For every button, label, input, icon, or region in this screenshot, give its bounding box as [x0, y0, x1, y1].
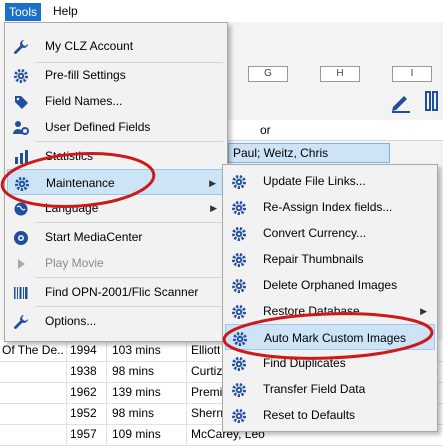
alpha-key-i[interactable]: I [392, 66, 432, 82]
alpha-key-g[interactable]: G [248, 66, 288, 82]
cell-runtime: 103 mins [112, 343, 161, 357]
menu-item-find-scanner[interactable]: Find OPN-2001/Flic Scanner [7, 279, 225, 305]
submenu-arrow-icon: ▶ [210, 203, 217, 213]
menu-item-convert-currency[interactable]: Convert Currency... [225, 220, 435, 246]
gear-icon [231, 225, 247, 241]
alphabet-filter-bar: G H I [228, 66, 443, 84]
menu-item-label: Statistics [45, 149, 94, 163]
cell-director: Curtiz [191, 364, 223, 378]
cell-year: 1952 [70, 406, 97, 420]
menu-item-find-duplicates[interactable]: Find Duplicates [225, 350, 435, 376]
cell-year: 1938 [70, 364, 97, 378]
gear-icon [231, 303, 247, 319]
menu-item-label: Convert Currency... [263, 226, 367, 240]
menu-item-label: Re-Assign Index fields... [263, 200, 393, 214]
wrench-icon [13, 313, 29, 329]
menu-item-label: My CLZ Account [45, 39, 134, 53]
menu-item-label: Auto Mark Custom Images [264, 331, 407, 345]
menu-item-label: Play Movie [45, 256, 104, 270]
menu-item-label: Start MediaCenter [45, 230, 143, 244]
cell-title: Of The De... [2, 343, 64, 357]
menu-item-restore-database[interactable]: Restore Database ▶ [225, 298, 435, 324]
play-icon [13, 255, 29, 271]
menu-item-label: Find Duplicates [263, 356, 346, 370]
menu-item-statistics[interactable]: Statistics [7, 143, 225, 169]
menu-item-reset-to-defaults[interactable]: Reset to Defaults [225, 402, 435, 428]
cell-year: 1994 [70, 343, 97, 357]
menu-bar: Tools Help [0, 0, 443, 22]
menu-item-field-names[interactable]: Field Names... [7, 88, 225, 114]
menu-item-label: Restore Database [263, 304, 360, 318]
menu-help[interactable]: Help [50, 3, 81, 19]
menu-item-label: Delete Orphaned Images [263, 278, 398, 292]
maintenance-submenu: Update File Links... Re-Assign Index fie… [222, 164, 438, 432]
menu-item-language[interactable]: Language ▶ [7, 195, 225, 221]
menu-item-pre-fill-settings[interactable]: Pre-fill Settings [7, 62, 225, 88]
menu-item-label: Find OPN-2001/Flic Scanner [45, 285, 199, 299]
cell-director: Shern [191, 406, 224, 420]
gear-icon [14, 175, 30, 191]
gear-icon [231, 251, 247, 267]
gear-icon [232, 330, 248, 346]
gear-icon [231, 199, 247, 215]
submenu-arrow-icon: ▶ [209, 178, 216, 188]
column-header-label: or [260, 123, 271, 137]
menu-item-options[interactable]: Options... [7, 308, 225, 334]
menu-item-label: User Defined Fields [45, 120, 151, 134]
tag-icon [13, 93, 29, 109]
menu-item-label: Reset to Defaults [263, 408, 356, 422]
menu-item-label: Options... [45, 314, 97, 328]
column-header[interactable]: or [228, 120, 443, 141]
gear-icon [231, 355, 247, 371]
gear-icon [231, 173, 247, 189]
media-center-icon [13, 229, 29, 245]
selected-cell-text: Paul; Weitz, Chris [233, 146, 329, 160]
bar-chart-icon [13, 148, 29, 164]
menu-item-label: Pre-fill Settings [45, 68, 126, 82]
wrench-icon [13, 38, 29, 54]
menu-item-label: Repair Thumbnails [263, 252, 364, 266]
cell-runtime: 109 mins [112, 427, 161, 441]
menu-item-label: Language [45, 201, 99, 215]
menu-item-update-file-links[interactable]: Update File Links... [225, 168, 435, 194]
column-view-icon[interactable] [420, 88, 443, 114]
menu-item-transfer-field-data[interactable]: Transfer Field Data [225, 376, 435, 402]
menu-item-start-mediacenter[interactable]: Start MediaCenter [7, 224, 225, 250]
menu-item-maintenance[interactable]: Maintenance ▶ [7, 169, 225, 195]
menu-item-user-defined-fields[interactable]: User Defined Fields [7, 114, 225, 140]
cell-year: 1962 [70, 385, 97, 399]
gear-icon [231, 381, 247, 397]
cell-runtime: 98 mins [112, 406, 155, 420]
menu-item-delete-orphaned-images[interactable]: Delete Orphaned Images [225, 272, 435, 298]
selected-cell[interactable]: Paul; Weitz, Chris [228, 143, 390, 163]
menu-tools[interactable]: Tools [5, 3, 42, 21]
menu-item-label: Update File Links... [263, 174, 366, 188]
gear-icon [231, 277, 247, 293]
globe-icon [13, 200, 29, 216]
menu-item-play-movie[interactable]: Play Movie [7, 250, 225, 276]
cell-director: Elliott [191, 343, 221, 357]
barcode-icon [13, 284, 29, 300]
gear-icon [231, 407, 247, 423]
gear-icon [13, 67, 29, 83]
menu-item-label: Transfer Field Data [263, 382, 366, 396]
cell-runtime: 139 mins [112, 385, 161, 399]
cell-director: Premi [191, 385, 223, 399]
edit-pen-icon[interactable] [388, 88, 414, 114]
menu-item-reassign-index-fields[interactable]: Re-Assign Index fields... [225, 194, 435, 220]
submenu-arrow-icon: ▶ [420, 306, 427, 316]
tools-menu: My CLZ Account Pre-fill Settings Field N… [4, 22, 228, 342]
menu-item-label: Field Names... [45, 94, 123, 108]
menu-item-repair-thumbnails[interactable]: Repair Thumbnails [225, 246, 435, 272]
user-gear-icon [13, 119, 29, 135]
cell-year: 1957 [70, 427, 97, 441]
menu-item-my-clz-account[interactable]: My CLZ Account [7, 33, 225, 59]
menu-item-label: Maintenance [46, 176, 115, 190]
menu-item-auto-mark-custom-images[interactable]: Auto Mark Custom Images [225, 324, 435, 350]
cell-runtime: 98 mins [112, 364, 155, 378]
alpha-key-h[interactable]: H [320, 66, 360, 82]
